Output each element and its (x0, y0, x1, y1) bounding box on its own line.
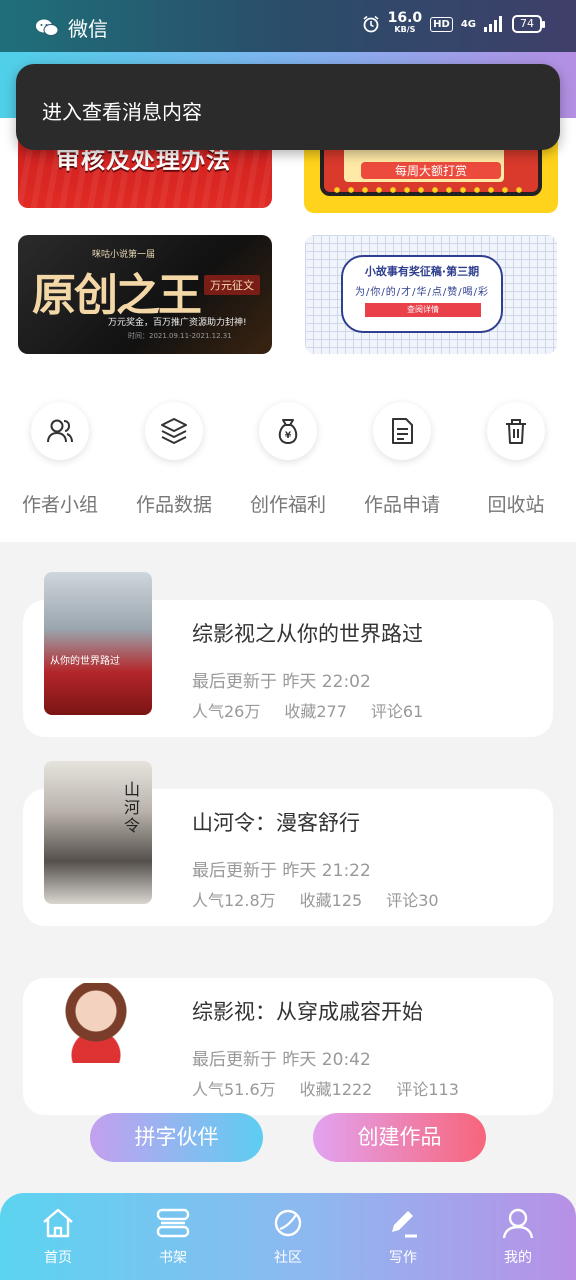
quick-link-work-data[interactable]: 作品数据 (118, 402, 230, 517)
banner-text: 每周大额打赏 (361, 162, 501, 179)
trash-icon (506, 419, 526, 444)
quick-link-label: 作品数据 (135, 494, 212, 516)
quick-link-label: 回收站 (487, 494, 545, 516)
status-left: 微信 (36, 13, 108, 42)
battery-indicator: 74 (512, 15, 545, 33)
work-cover[interactable] (56, 983, 136, 1063)
work-updated: 最后更新于 昨天 21:22 (192, 861, 371, 881)
work-favorites: 收藏1222 (299, 1080, 373, 1099)
banner-button: 查阅详情 (365, 303, 481, 317)
nav-write[interactable]: 写作 (363, 1207, 443, 1267)
layers-icon (161, 418, 187, 444)
message-toast[interactable]: 进入查看消息内容 (16, 64, 560, 150)
banner-original-king[interactable]: 咪咕小说第一届 原创之王 万元征文 万元奖金，百万推广资源助力封神! 时间：20… (18, 235, 272, 354)
wechat-icon (36, 19, 58, 36)
bookshelf-icon (156, 1208, 190, 1238)
work-favorites: 收藏125 (299, 891, 363, 910)
banner-story-contest[interactable]: 小故事有奖征稿·第三期 为/你/的/才/华/点/赞/喝/彩 查阅详情 (305, 235, 557, 354)
quick-link-circle (373, 402, 431, 460)
banner-card: 小故事有奖征稿·第三期 为/你/的/才/华/点/赞/喝/彩 查阅详情 (341, 255, 503, 333)
nav-label: 社区 (274, 1250, 302, 1266)
speed-value: 16.0 (387, 10, 423, 26)
network-speed: 16.0 KB/S (387, 10, 423, 36)
document-icon (392, 418, 413, 444)
network-type: 4G (460, 18, 476, 30)
quick-link-label: 作品申请 (363, 494, 440, 516)
nav-label: 写作 (389, 1250, 417, 1266)
work-stats: 人气51.6万 收藏1222 评论113 (192, 1076, 459, 1100)
pen-icon (392, 1211, 417, 1238)
work-comments: 评论30 (386, 891, 439, 910)
banner-title: 小故事有奖征稿·第三期 (364, 265, 480, 278)
banner-subtitle: 万元奖金，百万推广资源助力封神! (108, 318, 247, 328)
banner-dots (330, 186, 530, 194)
work-popularity: 人气51.6万 (192, 1080, 276, 1099)
status-right: 16.0 KB/S HD 4G 74 (362, 10, 545, 36)
nav-profile[interactable]: 我的 (478, 1207, 558, 1267)
quick-link-circle (487, 402, 545, 460)
toast-text: 进入查看消息内容 (42, 100, 202, 124)
quick-link-work-apply[interactable]: 作品申请 (346, 402, 458, 517)
banner-tag: 万元征文 (204, 275, 260, 295)
create-work-button[interactable]: 创建作品 (313, 1113, 486, 1162)
users-icon (47, 419, 73, 443)
banner-date: 时间：2021.09.11-2021.12.31 (128, 332, 232, 340)
quick-link-label: 创作福利 (249, 494, 326, 516)
work-comments: 评论113 (396, 1080, 459, 1099)
work-favorites: 收藏277 (284, 702, 347, 721)
work-cover[interactable]: 山河令 (44, 761, 152, 904)
status-app-name: 微信 (68, 17, 108, 41)
nav-home[interactable]: 首页 (18, 1207, 98, 1267)
work-popularity: 人气26万 (192, 702, 261, 721)
cover-text: 山河令 (124, 780, 141, 835)
partner-button[interactable]: 拼字伙伴 (90, 1113, 263, 1162)
svg-text:¥: ¥ (285, 431, 292, 441)
status-bar: 微信 16.0 KB/S HD 4G 74 (0, 0, 576, 52)
work-updated: 最后更新于 昨天 20:42 (192, 1050, 371, 1070)
work-title[interactable]: 综影视：从穿成戚容开始 (192, 996, 423, 1026)
work-comments: 评论61 (370, 702, 424, 721)
alarm-icon (363, 15, 379, 33)
banner-title: 原创之王 (32, 270, 202, 321)
work-title[interactable]: 山河令：漫客舒行 (192, 807, 360, 837)
banner-subtitle: 为/你/的/才/华/点/赞/喝/彩 (355, 287, 489, 298)
quick-link-recycle-bin[interactable]: 回收站 (460, 402, 572, 517)
work-stats: 人气26万 收藏277 评论61 (192, 698, 423, 722)
cover-text: 从你的世界路过 (50, 656, 120, 667)
quick-link-circle (145, 402, 203, 460)
quick-link-label: 作者小组 (21, 494, 98, 516)
work-cover[interactable]: 从你的世界路过 (44, 572, 152, 715)
nav-community[interactable]: 社区 (248, 1207, 328, 1267)
work-stats: 人气12.8万 收藏125 评论30 (192, 887, 439, 911)
signal-bars-icon (484, 16, 502, 32)
work-popularity: 人气12.8万 (192, 891, 276, 910)
quick-link-circle: ¥ (259, 402, 317, 460)
nav-label: 书架 (159, 1250, 187, 1266)
money-bag-icon: ¥ (278, 419, 298, 444)
quick-link-author-group[interactable]: 作者小组 (4, 402, 116, 517)
nav-label: 首页 (44, 1250, 72, 1266)
hd-badge: HD (430, 16, 453, 32)
quick-link-benefits[interactable]: ¥ 创作福利 (232, 402, 344, 517)
speed-unit: KB/S (394, 25, 416, 34)
planet-icon (274, 1209, 302, 1237)
work-updated: 最后更新于 昨天 22:02 (192, 672, 371, 692)
nav-label: 我的 (504, 1250, 532, 1266)
nav-bookshelf[interactable]: 书架 (133, 1207, 213, 1267)
user-icon (502, 1208, 534, 1239)
work-title[interactable]: 综影视之从你的世界路过 (192, 618, 423, 648)
quick-link-circle (31, 402, 89, 460)
home-icon (43, 1208, 73, 1238)
